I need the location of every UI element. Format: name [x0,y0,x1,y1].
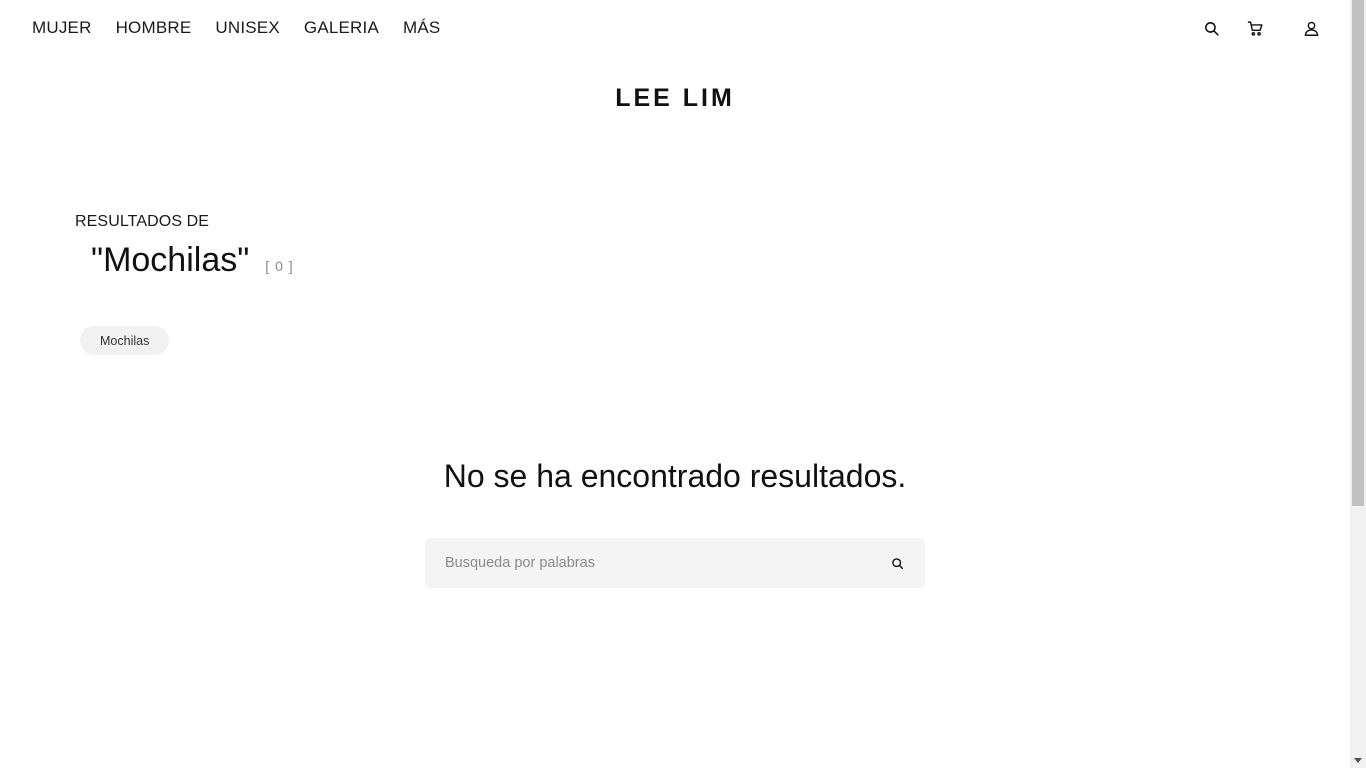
scroll-down-arrow-icon[interactable] [1350,752,1366,768]
nav-item-unisex[interactable]: UNISEX [215,18,280,38]
vertical-scrollbar[interactable] [1350,0,1366,768]
results-count: [ 0 ] [265,258,294,274]
scrollbar-thumb[interactable] [1352,0,1364,506]
keyword-search-input[interactable] [445,555,885,571]
search-submit-icon[interactable] [885,551,909,575]
search-icon[interactable] [1200,17,1222,39]
user-icon[interactable] [1300,17,1322,39]
results-heading: "Mochilas" [ 0 ] [91,241,294,280]
keyword-search-box [425,538,925,588]
results-label: RESULTADOS DE [75,213,210,230]
cart-icon[interactable] [1244,17,1266,39]
nav-item-galeria[interactable]: GALERIA [304,18,379,38]
nav-item-mujer[interactable]: MUJER [32,18,92,38]
header-actions [1200,17,1322,39]
tag-chip-mochilas[interactable]: Mochilas [80,326,170,355]
search-results-page: MUJER HOMBRE UNISEX GALERIA MÁS LEE LIM … [0,0,1366,768]
no-results-message: No se ha encontrado resultados. [443,458,907,494]
nav-item-hombre[interactable]: HOMBRE [116,18,192,38]
brand-logo[interactable]: LEE LIM [0,84,1350,113]
search-query-title: "Mochilas" [91,241,250,279]
nav-item-mas[interactable]: MÁS [403,18,440,38]
main-navigation: MUJER HOMBRE UNISEX GALERIA MÁS [32,18,440,38]
